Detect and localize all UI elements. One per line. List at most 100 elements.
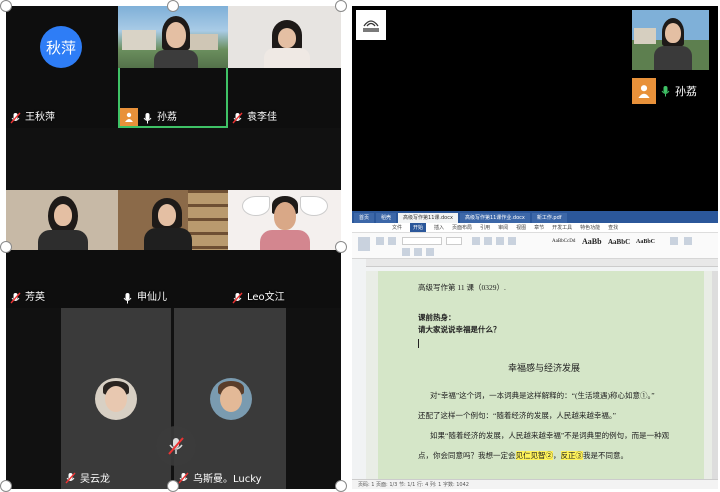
participant-name: 乌斯曼。Lucky	[193, 474, 262, 485]
italic-icon[interactable]	[414, 248, 422, 256]
avatar	[95, 378, 137, 420]
document-page[interactable]: 高级写作第 11 课（0329）. 课前热身： 请大家说说幸福是什么？ 幸福感与…	[378, 271, 704, 479]
mic-muted-icon	[65, 472, 76, 483]
doc-paragraph: 如果“随着经济的发展，人民越来越幸福”不是词典里的例句，而是一种观	[430, 431, 670, 440]
menu-view[interactable]: 视图	[516, 223, 526, 232]
presenter-label: 孙荔	[632, 78, 697, 104]
doc-paragraph: 对“幸福”这个词，一本词典是这样解释的：“(生活境遇)称心如意①。”	[430, 391, 655, 400]
underline-icon[interactable]	[426, 248, 434, 256]
style-heading2[interactable]: AaBbC	[608, 236, 630, 248]
highlighted-text: 反正③	[560, 451, 583, 460]
menu-features[interactable]: 特色功能	[580, 223, 600, 232]
resize-handle[interactable]	[335, 480, 347, 492]
menu-file[interactable]: 文件	[392, 223, 402, 232]
doc-title: 幸福感与经济发展	[508, 363, 581, 373]
paragraph-icon[interactable]	[508, 237, 516, 245]
presenter-thumbnail[interactable]	[632, 10, 709, 70]
video-tile-shen[interactable]: 申仙儿	[118, 190, 228, 308]
participant-label: 袁李佳	[232, 112, 277, 124]
video-tile-sun[interactable]: 孙荔	[118, 6, 228, 128]
bold-icon[interactable]	[402, 248, 410, 256]
tab-daoke[interactable]: 稻壳	[376, 213, 397, 223]
menu-layout[interactable]: 页面布局	[452, 223, 472, 232]
video-tile-wusi[interactable]: 乌斯曼。Lucky	[174, 308, 286, 489]
menu-home[interactable]: 开始	[410, 223, 427, 232]
video-tile-yuan[interactable]: 袁李佳	[228, 6, 341, 128]
tab-homework-doc[interactable]: 高级写作第11课作业.docx	[459, 213, 530, 223]
participant-name: 芳英	[25, 292, 45, 303]
status-bar: 页码: 1 页面: 1/3 节: 1/1 行: 4 列: 1 字数: 1042	[352, 479, 718, 489]
text-cursor	[418, 339, 419, 348]
resize-handle[interactable]	[0, 0, 12, 12]
video-tile-wu[interactable]: 吴云龙	[61, 308, 171, 489]
doc-paragraph: 还配了这样一个例句：“随着经济的发展，人民越来越幸福。”	[418, 411, 616, 420]
participant-name: 申仙儿	[137, 292, 167, 303]
mute-toggle-button[interactable]	[156, 426, 196, 466]
participant-label: 王秋萍	[10, 112, 55, 124]
tab-home[interactable]: 首页	[354, 213, 375, 223]
participant-video	[118, 190, 228, 250]
style-heading3[interactable]: AaBbC	[636, 236, 655, 248]
menu-sections[interactable]: 章节	[534, 223, 544, 232]
person-icon	[120, 108, 138, 126]
campus-background	[118, 6, 228, 68]
list-icon[interactable]	[484, 237, 492, 245]
menu-references[interactable]: 引用	[480, 223, 490, 232]
video-gallery: 秋萍 王秋萍 孙荔 袁李佳 芳英 申仙儿 Leo文江 吴云龙 乌斯曼。Lucky	[6, 6, 341, 489]
menu-insert[interactable]: 插入	[434, 223, 444, 232]
menu-search[interactable]: 查找	[608, 223, 618, 232]
resize-handle[interactable]	[0, 241, 12, 253]
doc-question: 请大家说说幸福是什么？	[418, 325, 501, 334]
find-icon[interactable]	[670, 237, 678, 245]
horizontal-ruler[interactable]	[366, 259, 718, 267]
video-tile-wang[interactable]: 秋萍 王秋萍	[6, 6, 118, 128]
vertical-scrollbar[interactable]	[712, 271, 718, 479]
resize-handle[interactable]	[167, 0, 179, 12]
tab-lesson-doc[interactable]: 高级写作第11课.docx	[398, 213, 458, 223]
mic-active-icon	[661, 86, 670, 97]
participant-video	[228, 190, 341, 250]
document-canvas[interactable]: 高级写作第 11 课（0329）. 课前热身： 请大家说说幸福是什么？ 幸福感与…	[366, 271, 718, 479]
style-normal[interactable]: AaBbCcDd	[552, 236, 575, 248]
wings-filter	[242, 196, 270, 216]
cut-icon[interactable]	[376, 237, 384, 245]
indent-icon[interactable]	[496, 237, 504, 245]
participant-label: Leo文江	[232, 292, 285, 304]
style-heading1[interactable]: AaBb	[582, 236, 602, 248]
participant-name: 吴云龙	[80, 474, 110, 485]
tab-pdf[interactable]: 新工作.pdf	[531, 213, 567, 223]
participant-video	[6, 190, 118, 250]
participant-name: 孙荔	[157, 112, 177, 123]
document-editor-window: 首页 稻壳 高级写作第11课.docx 高级写作第11课作业.docx 新工作.…	[352, 211, 718, 489]
menu-developer[interactable]: 开发工具	[552, 223, 572, 232]
video-tile-fang[interactable]: 芳英	[6, 190, 118, 308]
participant-name: 王秋萍	[25, 112, 55, 123]
menu-bar: 文件 开始 插入 页面布局 引用 审阅 视图 章节 开发工具 特色功能 查找	[352, 223, 718, 233]
resize-handle[interactable]	[335, 0, 347, 12]
screen-share-button[interactable]	[356, 10, 386, 40]
participant-name: Leo文江	[247, 292, 285, 303]
resize-handle[interactable]	[0, 480, 12, 492]
mic-icon	[143, 113, 152, 124]
font-select[interactable]	[402, 237, 442, 245]
paste-icon[interactable]	[358, 237, 370, 251]
font-size-select[interactable]	[446, 237, 462, 245]
copy-icon[interactable]	[388, 237, 396, 245]
screen-share-view: 孙荔 首页 稻壳 高级写作第11课.docx 高级写作第11课作业.docx 新…	[352, 6, 718, 489]
person-icon	[632, 78, 656, 104]
doc-paragraph: 点，你会同意吗？我想一定会见仁见智②，反正③我是不同意。	[418, 451, 628, 460]
screen-share-icon	[363, 20, 379, 32]
video-tile-leo[interactable]: Leo文江	[228, 190, 341, 308]
mic-muted-icon	[178, 472, 189, 483]
presenter-name: 孙荔	[675, 85, 697, 98]
participant-label: 乌斯曼。Lucky	[178, 470, 262, 485]
resize-handle[interactable]	[167, 480, 179, 492]
mic-muted-icon	[10, 292, 21, 304]
align-icon[interactable]	[472, 237, 480, 245]
select-icon[interactable]	[684, 237, 692, 245]
doc-warmup: 课前热身：	[418, 313, 456, 322]
menu-review[interactable]: 审阅	[498, 223, 508, 232]
resize-handle[interactable]	[335, 241, 347, 253]
participant-name: 袁李佳	[247, 112, 277, 123]
mic-icon	[123, 293, 132, 304]
